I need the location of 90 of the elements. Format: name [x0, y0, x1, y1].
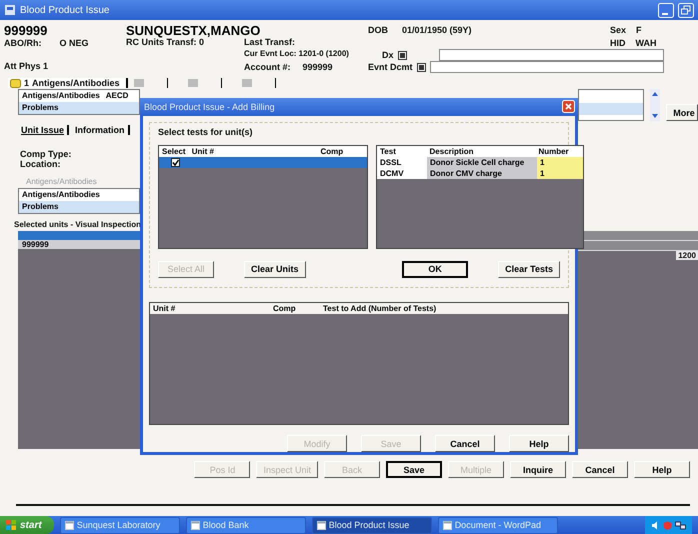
patient-name: SUNQUESTX,MANGO [126, 23, 262, 37]
windows-logo-icon [6, 520, 16, 530]
abo-label: ABO/Rh: [4, 38, 42, 48]
column-header: Test to Add (Number of Tests) [322, 303, 438, 314]
tab-icon[interactable] [134, 78, 168, 88]
location-label: Location: [20, 159, 62, 169]
taskbar-label: Document - WordPad [454, 520, 542, 530]
column-header: Number [537, 146, 570, 157]
restore-icon[interactable] [678, 2, 694, 18]
push-button[interactable]: OK [402, 260, 468, 278]
sex-value: F [636, 25, 642, 35]
table-cell: Donor CMV charge [427, 168, 537, 179]
number-field[interactable]: 1 [537, 156, 583, 168]
table-row[interactable]: 999999 [18, 240, 140, 249]
taskbar-item[interactable]: Blood Product Issue [312, 516, 432, 534]
tab[interactable]: 1 Antigens/Antibodies [8, 78, 128, 88]
abo-value: O NEG [60, 38, 89, 48]
tab[interactable]: Information [72, 125, 130, 135]
app-icon [4, 4, 16, 16]
taskbar-label: Sunquest Laboratory [76, 520, 160, 530]
start-button[interactable]: start [0, 516, 54, 534]
column-header: Comp [319, 146, 344, 157]
column-header: Description [428, 146, 475, 157]
alert-value: AECD [106, 91, 128, 101]
close-icon[interactable] [562, 100, 575, 114]
dob-value: 01/01/1950 (59Y) [402, 25, 472, 35]
dob-label: DOB [368, 25, 388, 35]
attending-physician-label: Att Phys 1 [4, 61, 50, 73]
comp-type-label: Comp Type: [20, 149, 72, 159]
account-value: 999999 [302, 62, 333, 72]
push-button[interactable]: Help [509, 435, 569, 452]
taskbar-label: Blood Product Issue [328, 520, 410, 530]
patient-id: 999999 [4, 23, 48, 37]
list-row[interactable]: Antigens/Antibodies AECD [19, 90, 139, 102]
rc-units-text: RC Units Transf: 0 [126, 37, 204, 49]
push-button[interactable]: Cancel [572, 461, 628, 478]
push-button[interactable]: Clear Tests [498, 260, 560, 278]
alert-label: Problems [22, 103, 58, 113]
alert-label: Antigens/Antibodies [22, 91, 100, 101]
tab-icon[interactable] [188, 78, 222, 88]
hid-value: WAH [636, 38, 656, 48]
push-button[interactable]: Inquire [510, 461, 566, 478]
dialog-title: Blood Product Issue - Add Billing [144, 102, 275, 112]
window-icon [442, 520, 452, 530]
push-button[interactable]: Help [634, 461, 690, 478]
window-icon [64, 520, 74, 530]
push-button[interactable]: Cancel [435, 435, 495, 452]
table-row[interactable] [159, 156, 367, 168]
window-icon [316, 520, 326, 530]
sex-label: Sex [610, 25, 626, 35]
event-location-text: Cur Evnt Loc: 1201-0 (1200) [244, 49, 349, 60]
tab[interactable]: Unit Issue [18, 125, 70, 135]
event-document-field[interactable] [430, 61, 664, 73]
tab-number: 1 [24, 78, 30, 88]
more-button[interactable]: More [666, 104, 698, 121]
taskbar-label: Blood Bank [202, 520, 249, 530]
list-row[interactable]: Antigens/Antibodies [19, 189, 139, 201]
list-row[interactable]: Problems [19, 102, 139, 114]
column-header: Select [161, 146, 187, 157]
column-header: Unit # [152, 303, 176, 314]
list-row[interactable]: Problems [19, 201, 139, 213]
section-label: Selected units - Visual Inspection [14, 220, 140, 229]
event-document-label: Evnt Dcmt [368, 62, 413, 72]
table-cell: Donor Sickle Cell charge [427, 156, 537, 168]
scroll-bar-icon[interactable] [650, 89, 660, 121]
folder-icon [10, 78, 21, 88]
window-icon [190, 520, 200, 530]
table-cell: DCMV [377, 168, 427, 179]
window-title: Blood Product Issue [20, 4, 110, 16]
speaker-icon[interactable] [651, 520, 660, 530]
column-header: Unit # [190, 146, 215, 157]
checkbox[interactable] [171, 158, 180, 167]
dx-label: Dx [382, 50, 394, 60]
hid-label: HID [610, 38, 626, 48]
tab-icon[interactable] [242, 78, 276, 88]
table-cell: DSSL [377, 156, 427, 168]
account-label: Account #: [244, 62, 291, 72]
column-header: Comp [272, 303, 297, 314]
dx-field[interactable] [438, 49, 664, 61]
group-label: Select tests for unit(s) [158, 126, 254, 137]
grid-cell: 1200 [676, 251, 698, 260]
push-button[interactable]: Clear Units [244, 260, 306, 278]
minimize-icon[interactable] [658, 2, 674, 18]
tab-label: Antigens/Antibodies [32, 78, 120, 88]
push-button[interactable]: Save [386, 461, 442, 478]
last-transf-label: Last Transf: [244, 37, 296, 49]
network-icon[interactable] [675, 520, 686, 530]
number-field[interactable]: 1 [537, 168, 583, 179]
alert-list [578, 89, 644, 121]
column-header: Test [379, 146, 397, 157]
